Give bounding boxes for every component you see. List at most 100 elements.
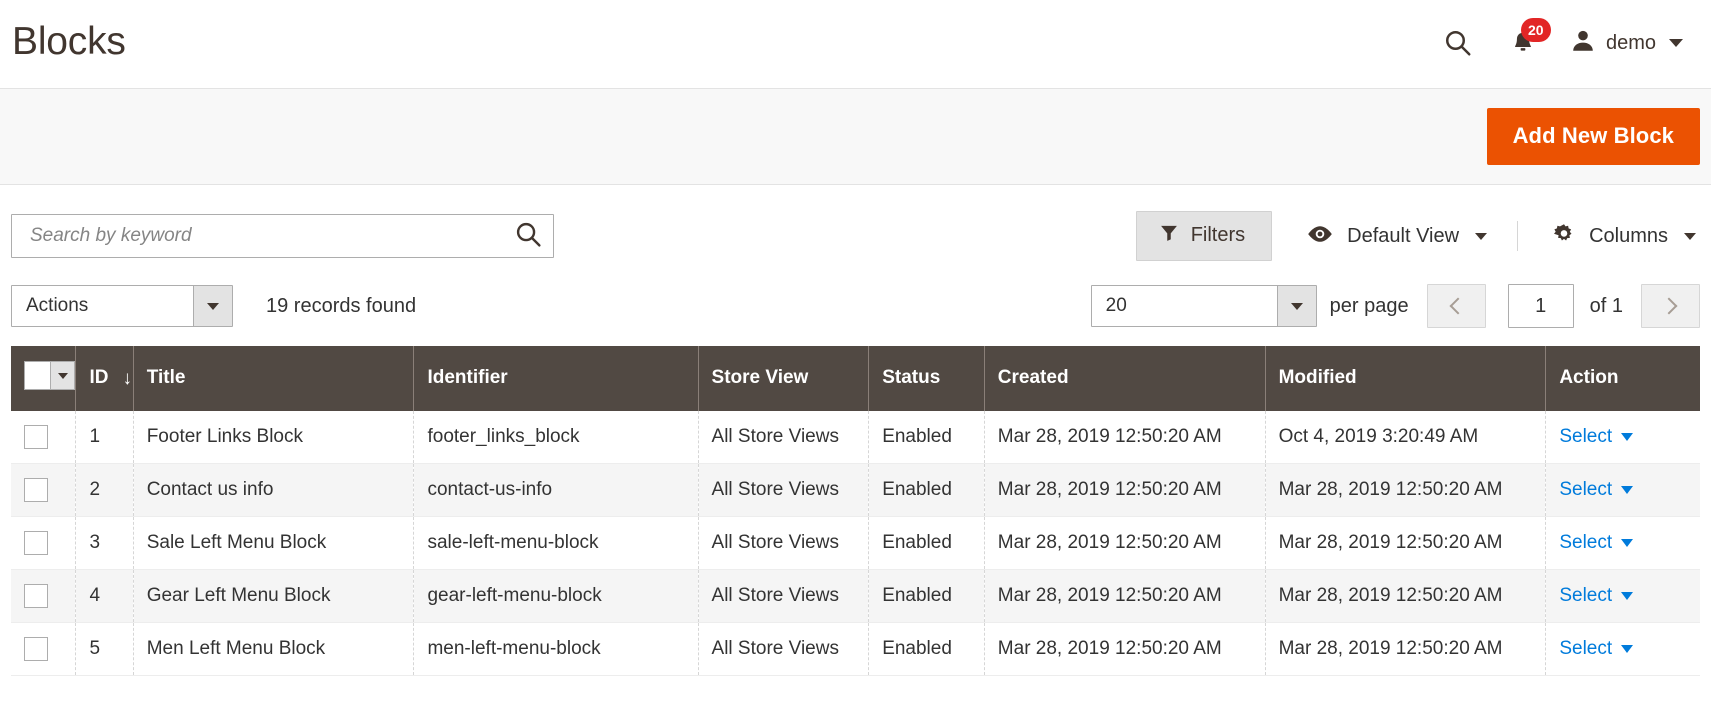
cell-modified: Mar 28, 2019 12:50:20 AM: [1265, 569, 1547, 623]
cell-modified: Mar 28, 2019 12:50:20 AM: [1265, 516, 1547, 570]
chevron-down-icon: [1276, 286, 1316, 326]
cell-row-select[interactable]: [11, 622, 77, 676]
grid-subtoolbar: Actions 19 records found 20 per page of …: [0, 262, 1711, 334]
page-actions-bar: Add New Block: [0, 88, 1711, 185]
search-icon: [1443, 28, 1473, 58]
cell-row-select[interactable]: [11, 569, 77, 623]
columns-control[interactable]: Columns: [1522, 222, 1700, 251]
funnel-icon: [1159, 223, 1179, 248]
table-head: ID ↓ Title Identifier Store View Status …: [11, 346, 1700, 411]
cell-identifier: sale-left-menu-block: [413, 516, 699, 570]
cell-action[interactable]: Select: [1545, 569, 1700, 623]
grid-toolbar: Filters Default View Columns: [0, 185, 1711, 262]
row-action-select[interactable]: Select: [1559, 479, 1634, 501]
cell-created: Mar 28, 2019 12:50:20 AM: [984, 516, 1266, 570]
cell-status: Enabled: [868, 516, 985, 570]
row-checkbox[interactable]: [24, 531, 48, 555]
cell-row-select[interactable]: [11, 516, 77, 570]
row-action-select[interactable]: Select: [1559, 532, 1634, 554]
row-action-select[interactable]: Select: [1559, 426, 1634, 448]
mass-actions-value: Actions: [26, 295, 89, 316]
mass-actions-select[interactable]: Actions: [11, 285, 233, 327]
cell-created: Mar 28, 2019 12:50:20 AM: [984, 463, 1266, 517]
column-header-modified[interactable]: Modified: [1265, 346, 1547, 411]
notifications-button[interactable]: 20: [1491, 18, 1555, 64]
row-checkbox[interactable]: [24, 478, 48, 502]
columns-label: Columns: [1589, 224, 1668, 247]
view-bookmarks-control[interactable]: Default View: [1272, 224, 1513, 249]
user-menu[interactable]: demo: [1555, 27, 1689, 60]
bell-icon: 20: [1509, 18, 1551, 57]
column-header-select-all[interactable]: [11, 346, 77, 411]
cell-row-select[interactable]: [11, 411, 77, 464]
gear-icon: [1552, 222, 1576, 251]
row-action-label: Select: [1559, 585, 1613, 606]
cell-modified: Oct 4, 2019 3:20:49 AM: [1265, 411, 1547, 464]
cell-action[interactable]: Select: [1545, 463, 1700, 517]
column-header-id-label: ID: [89, 367, 109, 388]
current-page-input[interactable]: [1507, 284, 1574, 328]
cell-title: Gear Left Menu Block: [133, 569, 415, 623]
cell-title: Contact us info: [133, 463, 415, 517]
table-row[interactable]: 3 Sale Left Menu Block sale-left-menu-bloc…: [11, 516, 1700, 570]
previous-page-button[interactable]: [1426, 284, 1486, 328]
add-new-block-button[interactable]: Add New Block: [1486, 107, 1700, 166]
page-header: Blocks 20 demo: [0, 0, 1711, 88]
column-header-status[interactable]: Status: [868, 346, 985, 411]
blocks-table: ID ↓ Title Identifier Store View Status …: [11, 346, 1700, 676]
row-action-select[interactable]: Select: [1559, 638, 1634, 660]
column-header-identifier[interactable]: Identifier: [413, 346, 699, 411]
per-page-label: per page: [1329, 294, 1409, 317]
chevron-down-icon: [193, 286, 232, 326]
cell-action[interactable]: Select: [1545, 622, 1700, 676]
table-row[interactable]: 4 Gear Left Menu Block gear-left-menu-bloc…: [11, 569, 1700, 623]
row-checkbox[interactable]: [24, 584, 48, 608]
column-header-created[interactable]: Created: [984, 346, 1266, 411]
eye-icon: [1306, 224, 1334, 249]
cell-store-view: All Store Views: [698, 622, 870, 676]
cell-action[interactable]: Select: [1545, 411, 1700, 464]
chevron-down-icon: [1621, 645, 1634, 653]
select-all-checkbox[interactable]: [25, 362, 50, 389]
cell-title: Sale Left Menu Block: [133, 516, 415, 570]
chevron-down-icon: [1621, 433, 1634, 441]
chevron-down-icon: [1621, 592, 1634, 600]
row-action-label: Select: [1559, 479, 1613, 500]
cell-status: Enabled: [868, 463, 985, 517]
column-header-id[interactable]: ID ↓: [75, 346, 134, 411]
cell-created: Mar 28, 2019 12:50:20 AM: [984, 622, 1266, 676]
row-action-select[interactable]: Select: [1559, 585, 1634, 607]
chevron-down-icon[interactable]: [50, 362, 74, 389]
pager: 20 per page of 1: [1090, 284, 1700, 328]
filters-button[interactable]: Filters: [1135, 211, 1273, 261]
row-action-label: Select: [1559, 638, 1613, 659]
select-all-dropdown[interactable]: [24, 361, 75, 390]
table-row[interactable]: 1 Footer Links Block footer_links_block All…: [11, 411, 1700, 464]
column-header-action: Action: [1545, 346, 1700, 411]
cell-identifier: footer_links_block: [413, 411, 699, 464]
next-page-button[interactable]: [1641, 284, 1700, 328]
column-header-title[interactable]: Title: [133, 346, 415, 411]
cell-status: Enabled: [868, 411, 985, 464]
cell-identifier: men-left-menu-block: [413, 622, 699, 676]
chevron-down-icon: [1621, 539, 1634, 547]
per-page-value: 20: [1105, 295, 1127, 316]
chevron-down-icon: [1684, 232, 1696, 240]
search-submit-button[interactable]: [514, 220, 543, 252]
table-row[interactable]: 5 Men Left Menu Block men-left-menu-block A…: [11, 622, 1700, 676]
search-input[interactable]: [12, 215, 553, 257]
row-checkbox[interactable]: [24, 425, 48, 449]
total-pages-label: of 1: [1589, 294, 1623, 317]
global-search-button[interactable]: [1425, 22, 1491, 64]
keyword-search-box[interactable]: [11, 214, 554, 258]
per-page-select[interactable]: 20: [1090, 285, 1317, 327]
table-row[interactable]: 2 Contact us info contact-us-info All Store…: [11, 463, 1700, 517]
filters-label: Filters: [1190, 224, 1246, 246]
row-checkbox[interactable]: [24, 637, 48, 661]
view-label: Default View: [1347, 224, 1460, 247]
cell-action[interactable]: Select: [1545, 516, 1700, 570]
records-found-label: 19 records found: [266, 294, 417, 317]
column-header-store-view[interactable]: Store View: [698, 346, 870, 411]
user-name: demo: [1605, 31, 1656, 54]
cell-row-select[interactable]: [11, 463, 77, 517]
